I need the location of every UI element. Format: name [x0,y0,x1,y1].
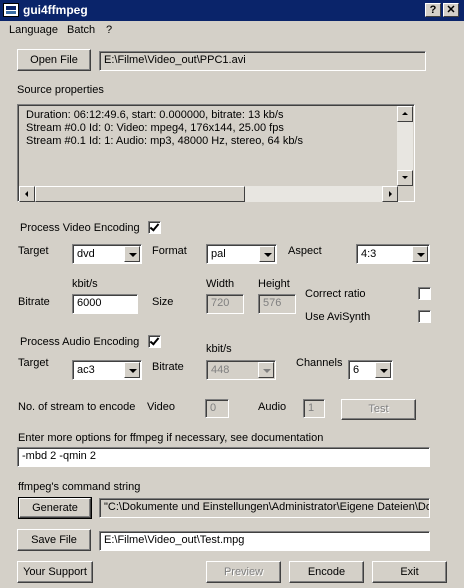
window-title: gui4ffmpeg [23,3,88,17]
use-avisynth-checkbox[interactable] [418,310,431,323]
chevron-down-icon[interactable] [124,362,140,378]
video-target-select[interactable]: dvd [72,244,142,264]
scroll-right-icon[interactable] [382,186,398,202]
channels-select[interactable]: 6 [348,360,393,380]
scroll-down-icon[interactable] [397,170,413,186]
correct-ratio-checkbox[interactable] [418,287,431,300]
video-format-value: pal [211,248,226,260]
encode-button[interactable]: Encode [289,561,364,583]
output-path-field[interactable]: E:\Filme\Video_out\Test.mpg [99,531,430,551]
scroll-up-icon[interactable] [397,106,413,122]
title-bar: gui4ffmpeg ? ✕ [0,0,464,21]
chevron-down-icon[interactable] [258,362,274,378]
video-bitrate-field[interactable]: 6000 [72,294,138,314]
exit-button[interactable]: Exit [372,561,447,583]
save-file-button[interactable]: Save File [17,529,91,551]
your-support-button[interactable]: Your Support [17,561,93,583]
command-label: ffmpeg's command string [18,481,141,493]
options-label: Enter more options for ffmpeg if necessa… [18,432,324,444]
app-icon [3,3,19,17]
chevron-down-icon[interactable] [259,246,275,262]
scroll-thumb[interactable] [35,186,245,202]
video-aspect-label: Aspect [288,245,322,257]
video-target-label: Target [18,245,49,257]
stream-audio-label: Audio [258,401,287,413]
generate-button[interactable]: Generate [18,497,92,519]
source-properties-heading: Source properties [17,84,104,96]
menu-language[interactable]: Language [9,24,58,36]
scroll-left-icon[interactable] [19,186,35,202]
video-bitrate-label: Bitrate [18,296,50,308]
source-line-video: Stream #0.0 Id: 0: Video: mpeg4, 176x144… [26,122,284,134]
source-line-duration: Duration: 06:12:49.6, start: 0.000000, b… [26,109,284,121]
close-button[interactable]: ✕ [443,3,459,17]
audio-bitrate-select[interactable]: 448 [206,360,276,380]
audio-bitrate-label: Bitrate [152,361,184,373]
height-label: Height [258,278,290,290]
input-path-field[interactable]: E:\Filme\Video_out\PPC1.avi [99,51,426,71]
video-kbits-label: kbit/s [72,278,98,290]
video-format-select[interactable]: pal [206,244,277,264]
video-aspect-value: 4:3 [361,248,377,260]
chevron-down-icon[interactable] [412,246,428,262]
preview-button[interactable]: Preview [206,561,281,583]
stream-video-label: Video [147,401,175,413]
command-string-field[interactable]: "C:\Dokumente und Einstellungen\Administ… [99,498,430,518]
stream-video-field[interactable]: 0 [205,399,229,418]
source-line-audio: Stream #0.1 Id: 1: Audio: mp3, 48000 Hz,… [26,135,303,147]
test-button[interactable]: Test [341,399,416,420]
height-field[interactable]: 576 [258,294,296,314]
audio-target-value: ac3 [77,364,95,376]
source-properties-memo[interactable]: Duration: 06:12:49.6, start: 0.000000, b… [17,104,415,202]
process-audio-checkbox[interactable] [148,335,161,348]
stream-audio-field[interactable]: 1 [303,399,325,418]
video-aspect-select[interactable]: 4:3 [356,244,430,264]
correct-ratio-label: Correct ratio [305,288,366,300]
open-file-button[interactable]: Open File [17,49,91,71]
channels-label: Channels [296,357,343,369]
audio-bitrate-value: 448 [211,364,230,376]
audio-target-select[interactable]: ac3 [72,360,142,380]
menu-batch[interactable]: Batch [67,24,95,36]
size-label: Size [152,296,174,308]
options-field[interactable]: -mbd 2 -qmin 2 [17,447,430,467]
chevron-down-icon[interactable] [124,246,140,262]
menu-bar: Language Batch ? [0,21,464,40]
audio-target-label: Target [18,357,49,369]
use-avisynth-label: Use AviSynth [305,311,371,323]
chevron-down-icon[interactable] [375,362,391,378]
width-label: Width [206,278,235,290]
menu-help[interactable]: ? [106,24,112,36]
process-video-checkbox[interactable] [148,221,161,234]
process-video-label: Process Video Encoding [20,222,140,234]
audio-kbits-label: kbit/s [206,343,232,355]
channels-value: 6 [353,364,360,376]
stream-to-encode-label: No. of stream to encode [18,401,136,413]
help-button[interactable]: ? [425,3,441,17]
width-field[interactable]: 720 [206,294,244,314]
video-target-value: dvd [77,248,95,260]
process-audio-label: Process Audio Encoding [20,336,140,348]
vertical-scrollbar[interactable] [397,106,413,186]
video-format-label: Format [152,245,187,257]
horizontal-scrollbar[interactable] [19,186,398,202]
